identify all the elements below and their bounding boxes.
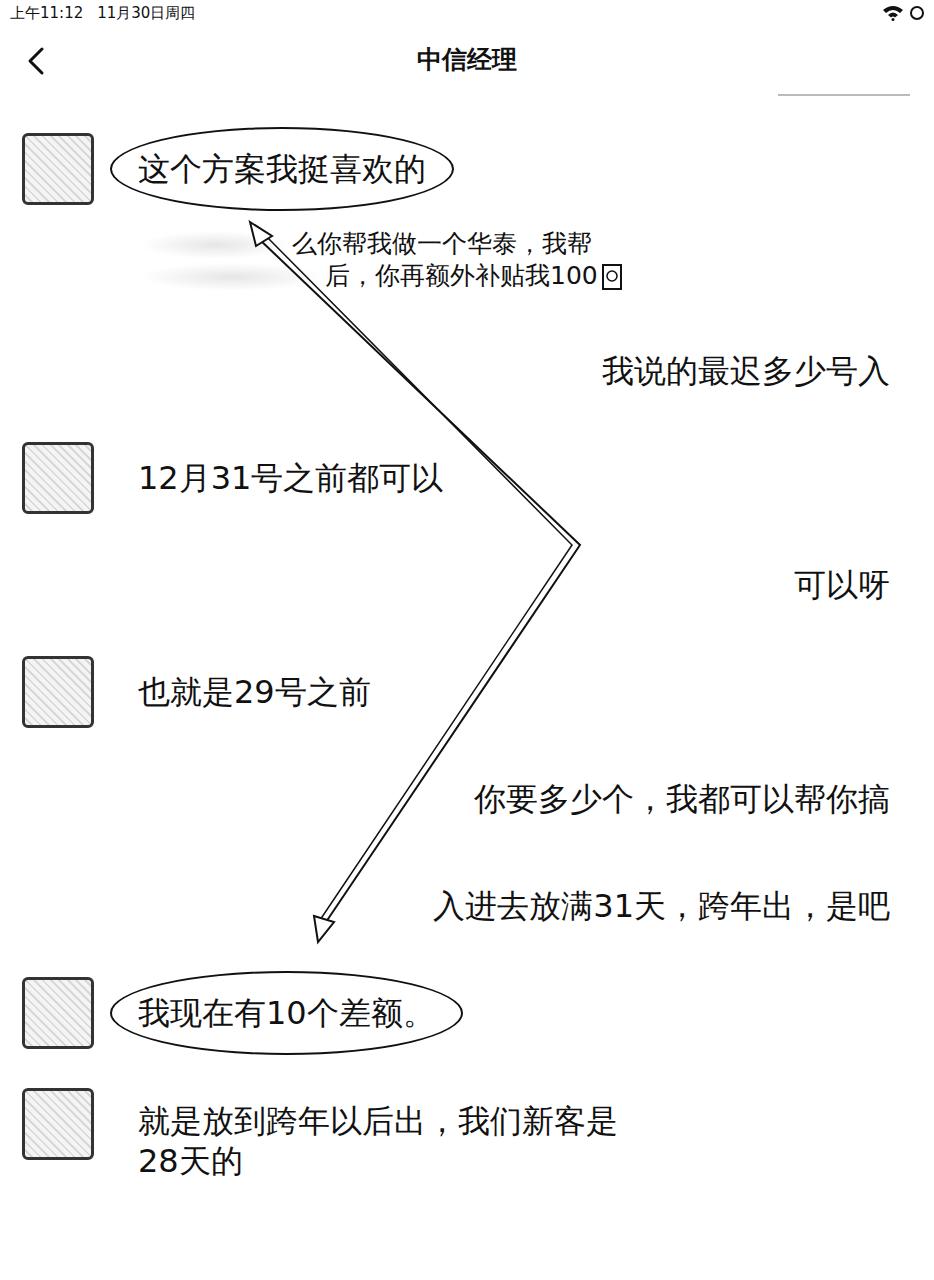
sent-message: 入进去放满31天，跨年出，是吧 xyxy=(0,852,934,959)
message-text: 这个方案我挺喜欢的 xyxy=(110,127,454,211)
message-line: 就是放到跨年以后出，我们新客是 xyxy=(138,1101,618,1141)
blurred-area xyxy=(140,231,292,259)
sent-message: 我说的最迟多少号入 xyxy=(0,317,934,424)
avatar[interactable] xyxy=(22,656,94,728)
avatar[interactable] xyxy=(22,442,94,514)
message-line: 这个方案我挺喜欢的 xyxy=(138,149,426,189)
message-line: 28天的 xyxy=(138,1141,618,1181)
message-line: 12月31号之前都可以 xyxy=(138,458,443,498)
message-line: 我现在有10个差额。 xyxy=(138,993,435,1033)
blurred-area xyxy=(140,263,325,291)
smiley-icon xyxy=(602,264,622,290)
status-bar: 上午11:12 11月30日周四 xyxy=(0,0,934,24)
message-line: 也就是29号之前 xyxy=(138,672,371,712)
sent-message: 可以呀 xyxy=(0,531,934,638)
quote-text: 么你帮我做一个华泰，我帮 xyxy=(292,229,592,258)
sent-message: 你要多少个，我都可以帮你搞 xyxy=(0,745,934,852)
back-icon[interactable] xyxy=(24,46,48,76)
received-message: 也就是29号之前 xyxy=(0,638,934,745)
quote-text: 后，你再额外补贴我100 xyxy=(325,261,598,290)
received-message: 就是放到跨年以后出，我们新客是28天的 xyxy=(0,1066,934,1181)
avatar[interactable] xyxy=(22,977,94,1049)
message-text: 我现在有10个差额。 xyxy=(110,971,463,1055)
chat-header: 中信经理 xyxy=(0,24,934,96)
received-message: 我现在有10个差额。 xyxy=(0,959,934,1066)
message-line: 入进去放满31天，跨年出，是吧 xyxy=(433,886,890,926)
header-divider xyxy=(778,94,910,96)
received-message: 这个方案我挺喜欢的 xyxy=(0,115,934,222)
message-text: 入进去放满31天，跨年出，是吧 xyxy=(433,886,890,926)
avatar[interactable] xyxy=(22,1088,94,1160)
message-text: 你要多少个，我都可以帮你搞 xyxy=(474,779,890,819)
quote-line: 么你帮我做一个华泰，我帮 xyxy=(140,228,934,260)
status-indicator-icon xyxy=(910,6,924,20)
chat-screen: 上午11:12 11月30日周四 中信经理 这个方案我挺喜欢的么你帮我做一个华泰，… xyxy=(0,0,934,1280)
message-text: 我说的最迟多少号入 xyxy=(602,351,890,391)
message-text: 就是放到跨年以后出，我们新客是28天的 xyxy=(138,1101,618,1181)
message-text: 可以呀 xyxy=(794,565,890,605)
quoted-message: 么你帮我做一个华泰，我帮后，你再额外补贴我100 xyxy=(0,222,934,317)
message-line: 可以呀 xyxy=(794,565,890,605)
message-line: 我说的最迟多少号入 xyxy=(602,351,890,391)
message-text: 也就是29号之前 xyxy=(138,672,371,712)
message-text: 12月31号之前都可以 xyxy=(138,458,443,498)
message-line: 你要多少个，我都可以帮你搞 xyxy=(474,779,890,819)
status-time: 上午11:12 xyxy=(10,2,83,25)
message-list: 这个方案我挺喜欢的么你帮我做一个华泰，我帮后，你再额外补贴我100 我说的最迟多少… xyxy=(0,96,934,1181)
chat-title: 中信经理 xyxy=(417,41,517,79)
received-message: 12月31号之前都可以 xyxy=(0,424,934,531)
avatar[interactable] xyxy=(22,133,94,205)
wifi-icon xyxy=(882,5,904,21)
quote-line: 后，你再额外补贴我100 xyxy=(140,260,934,292)
arrow-annotation xyxy=(0,0,934,1280)
status-date: 11月30日周四 xyxy=(97,2,195,25)
